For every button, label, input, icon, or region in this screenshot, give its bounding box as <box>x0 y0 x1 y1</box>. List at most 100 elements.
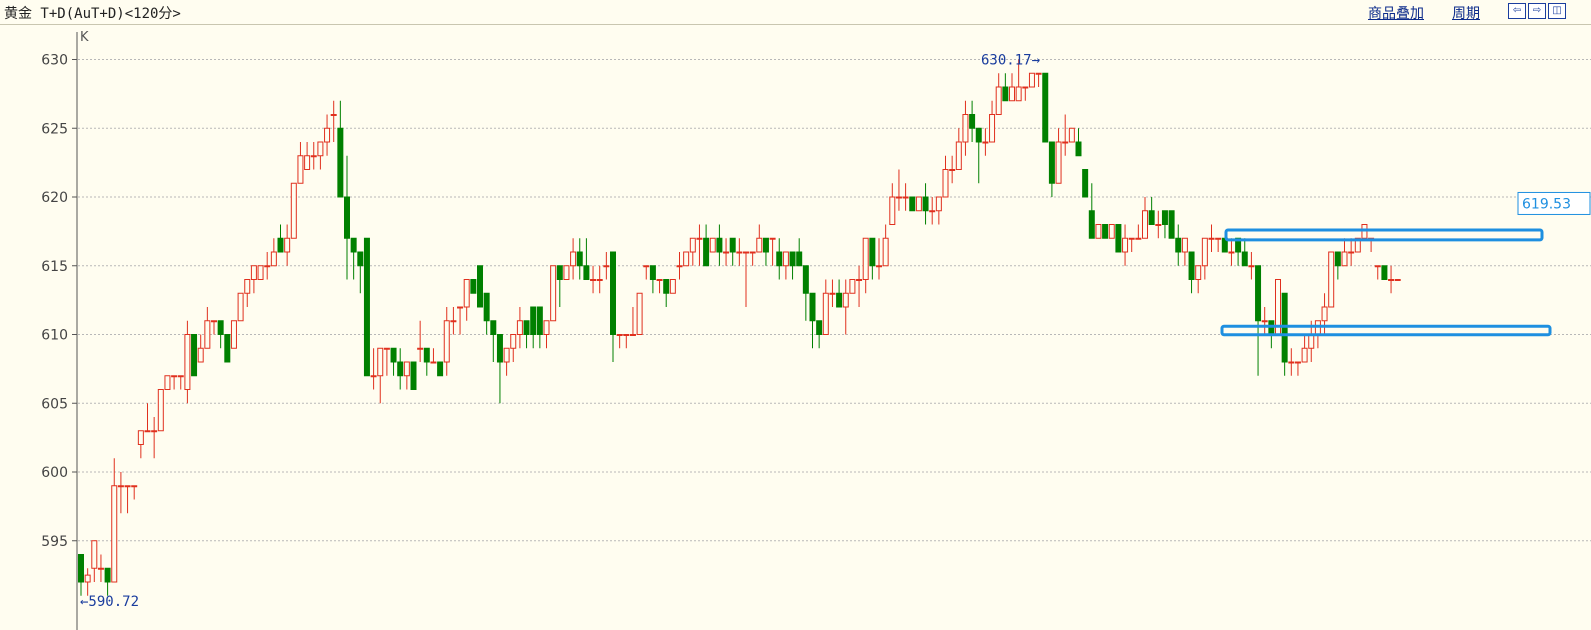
candle-body-down <box>802 265 809 294</box>
candle-body-down <box>663 279 670 294</box>
high-annotation: 630.17→ <box>981 53 1040 69</box>
candle-body-up <box>324 127 331 143</box>
candle-body-down <box>610 251 616 335</box>
candle-body-up <box>144 430 151 433</box>
candle-body-up <box>516 320 523 335</box>
candle-body-up <box>151 430 158 433</box>
candle-body-up <box>862 237 869 280</box>
candle-body-down <box>1115 224 1122 253</box>
candle-body-down <box>78 554 84 583</box>
candle-body-up <box>570 251 577 267</box>
candle-body-down <box>357 251 364 267</box>
arrow-left-icon[interactable]: ⇦ <box>1508 3 1526 19</box>
candle-body-up <box>782 251 789 267</box>
toolbar: 黄金 T+D(AuT+D)<120分> 商品叠加 周期 ⇦ ⇨ ◫ <box>0 0 1591 25</box>
candle-body-down <box>969 114 976 129</box>
candle-body-up <box>1028 72 1035 88</box>
candle-body-down <box>483 292 490 322</box>
candle-body-down <box>1241 251 1248 267</box>
arrow-right-icon[interactable]: ⇨ <box>1528 3 1546 19</box>
candle-body-down <box>716 237 723 253</box>
candle-body-down <box>776 251 783 267</box>
candle-body-down <box>836 292 843 308</box>
candle-body-up <box>1108 224 1115 239</box>
candle-body-up <box>876 265 882 268</box>
y-tick-label: 620 <box>41 190 68 206</box>
candles <box>78 59 1401 596</box>
candle-body-down <box>496 334 503 363</box>
candle-body-up <box>743 251 749 254</box>
candle-body-up <box>723 251 730 254</box>
y-tick-label: 600 <box>41 465 68 481</box>
candle-body-down <box>1075 141 1082 157</box>
candle-body-up <box>1122 237 1129 253</box>
candle-body-down <box>1334 251 1341 267</box>
candle-body-up <box>636 292 643 335</box>
candle-body-up <box>1341 251 1348 267</box>
candle-body-up <box>616 334 623 336</box>
candle-body-down <box>729 237 736 253</box>
candle-body-up <box>709 237 716 253</box>
candle-body-up <box>383 347 390 350</box>
resistance-box <box>1224 228 1544 242</box>
candle-body-up <box>284 237 291 253</box>
price-boxes <box>1220 228 1552 337</box>
candle-body-up <box>330 114 337 116</box>
overlay-button[interactable]: 商品叠加 <box>1368 3 1424 23</box>
candle-body-up <box>1328 251 1335 308</box>
candle-body-down <box>583 265 590 280</box>
candle-body-down <box>1088 210 1095 239</box>
candle-body-up <box>849 279 856 294</box>
candle-body-up <box>1321 306 1328 322</box>
candle-body-up <box>290 182 297 239</box>
panel-icon[interactable]: ◫ <box>1548 3 1566 19</box>
candle-body-down <box>423 347 430 363</box>
candle-body-up <box>270 251 277 267</box>
candle-body-up <box>1201 237 1208 267</box>
y-tick-label: 605 <box>41 396 68 412</box>
candle-body-down <box>104 567 111 583</box>
candle-body-up <box>935 196 942 212</box>
y-axis: 595 600 605 610 615 620 625 630 <box>41 32 78 630</box>
candle-body-up <box>1208 237 1215 240</box>
candle-body-down <box>789 251 796 267</box>
candle-body-up <box>1055 141 1062 184</box>
candle-body-up <box>137 430 144 445</box>
candle-body-up <box>656 279 663 281</box>
candle-body-up <box>1015 86 1022 102</box>
candle-body-up <box>264 265 271 268</box>
candle-body-down <box>1042 72 1049 143</box>
candle-body-up <box>683 251 690 267</box>
candle-body-up <box>995 86 1002 115</box>
candle-body-up <box>1301 347 1308 363</box>
candle-body-up <box>1215 237 1222 240</box>
candle-body-down <box>1082 169 1089 198</box>
candle-body-down <box>470 279 477 294</box>
candle-body-up <box>403 361 410 377</box>
candle-body-up <box>1155 224 1162 226</box>
candle-body-up <box>157 389 164 432</box>
candle-body-down <box>1381 265 1388 280</box>
candle-body-down <box>477 265 483 308</box>
candle-body-down <box>1048 141 1055 184</box>
candlestick-chart: 595 600 605 610 615 620 625 630 K 630.17→ ←590.7… <box>41 30 1591 630</box>
candle-body-down <box>530 306 537 335</box>
candle-body-up <box>503 347 510 363</box>
candle-body-down <box>536 306 543 335</box>
candle-body-down <box>191 334 198 377</box>
candle-body-up <box>629 334 636 336</box>
candle-body-up <box>842 292 849 308</box>
candle-body-up <box>982 141 989 144</box>
candle-body-up <box>596 279 603 281</box>
candle-body-down <box>344 196 350 239</box>
candle-body-down <box>922 196 929 212</box>
candle-body-up <box>623 334 630 336</box>
y-tick-label: 610 <box>41 328 68 344</box>
candle-body-up <box>563 265 570 280</box>
candle-body-up <box>1248 265 1255 268</box>
period-button[interactable]: 周期 <box>1452 3 1480 23</box>
candle-body-up <box>829 292 836 295</box>
candle-body-up <box>989 114 996 143</box>
candle-body-down <box>1188 251 1195 280</box>
candle-body-down <box>397 361 404 377</box>
